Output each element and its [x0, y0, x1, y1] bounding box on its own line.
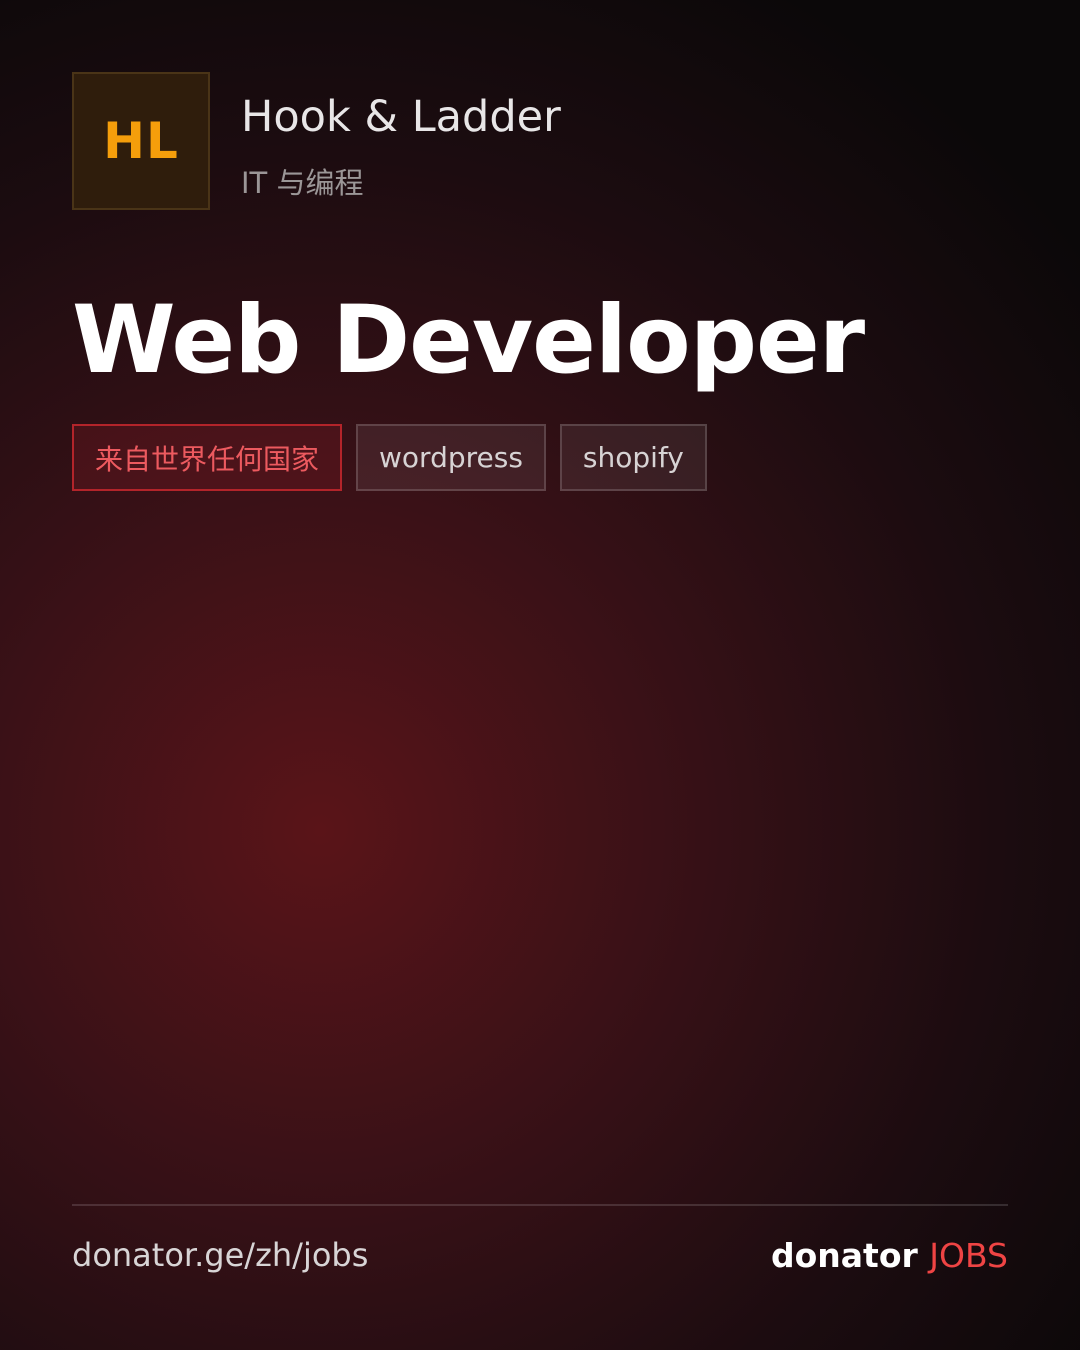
tag-list: 来自世界任何国家 wordpress shopify	[72, 424, 707, 491]
brand-name: donator	[771, 1236, 918, 1275]
job-category: IT 与编程	[241, 166, 364, 200]
logo-initials: HL	[103, 112, 179, 170]
footer-divider	[72, 1204, 1008, 1206]
brand-logo: donator JOBS	[771, 1236, 1008, 1275]
company-logo: HL	[72, 72, 210, 210]
company-name: Hook & Ladder	[241, 92, 561, 142]
tag-location: 来自世界任何国家	[72, 424, 343, 491]
brand-accent: JOBS	[929, 1236, 1008, 1275]
tag-shopify: shopify	[559, 424, 707, 491]
job-title: Web Developer	[72, 286, 865, 395]
tag-wordpress: wordpress	[356, 424, 546, 491]
jobs-url: donator.ge/zh/jobs	[72, 1236, 369, 1274]
